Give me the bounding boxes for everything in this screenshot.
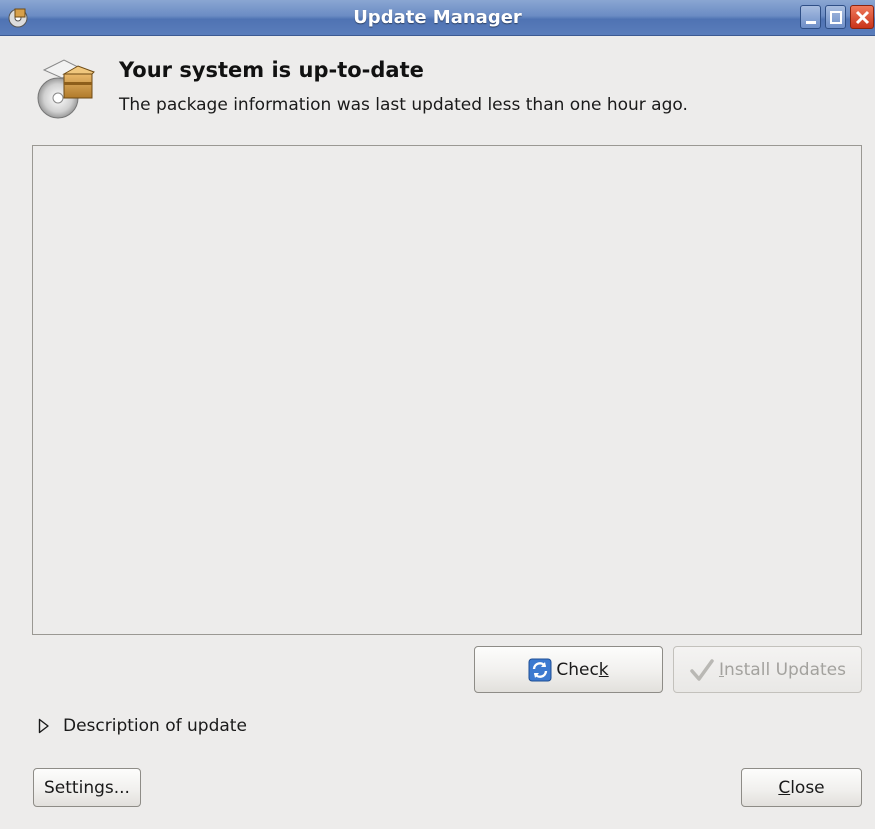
close-window-button[interactable] xyxy=(850,5,874,29)
install-updates-label: Install Updates xyxy=(718,659,846,680)
check-button-label: Check xyxy=(556,659,609,680)
status-subtitle: The package information was last updated… xyxy=(119,95,688,115)
close-button[interactable]: Close xyxy=(741,768,862,807)
minimize-button[interactable] xyxy=(800,5,821,29)
description-expander[interactable]: Description of update xyxy=(38,714,247,738)
expander-arrow-icon xyxy=(38,718,49,734)
window-title: Update Manager xyxy=(353,7,522,28)
install-updates-button[interactable]: Install Updates xyxy=(673,646,862,693)
check-button[interactable]: Check xyxy=(474,646,663,693)
status-title: Your system is up-to-date xyxy=(119,58,424,82)
package-cd-icon xyxy=(34,56,98,122)
checkmark-icon xyxy=(689,658,715,682)
close-button-label: Close xyxy=(778,777,825,798)
refresh-icon xyxy=(528,658,552,682)
settings-button-label: Settings... xyxy=(44,777,130,798)
updates-list[interactable] xyxy=(32,145,862,635)
settings-button[interactable]: Settings... xyxy=(33,768,141,807)
title-bar[interactable]: Update Manager xyxy=(0,0,875,36)
expander-label: Description of update xyxy=(63,716,247,736)
maximize-button[interactable] xyxy=(825,5,846,29)
